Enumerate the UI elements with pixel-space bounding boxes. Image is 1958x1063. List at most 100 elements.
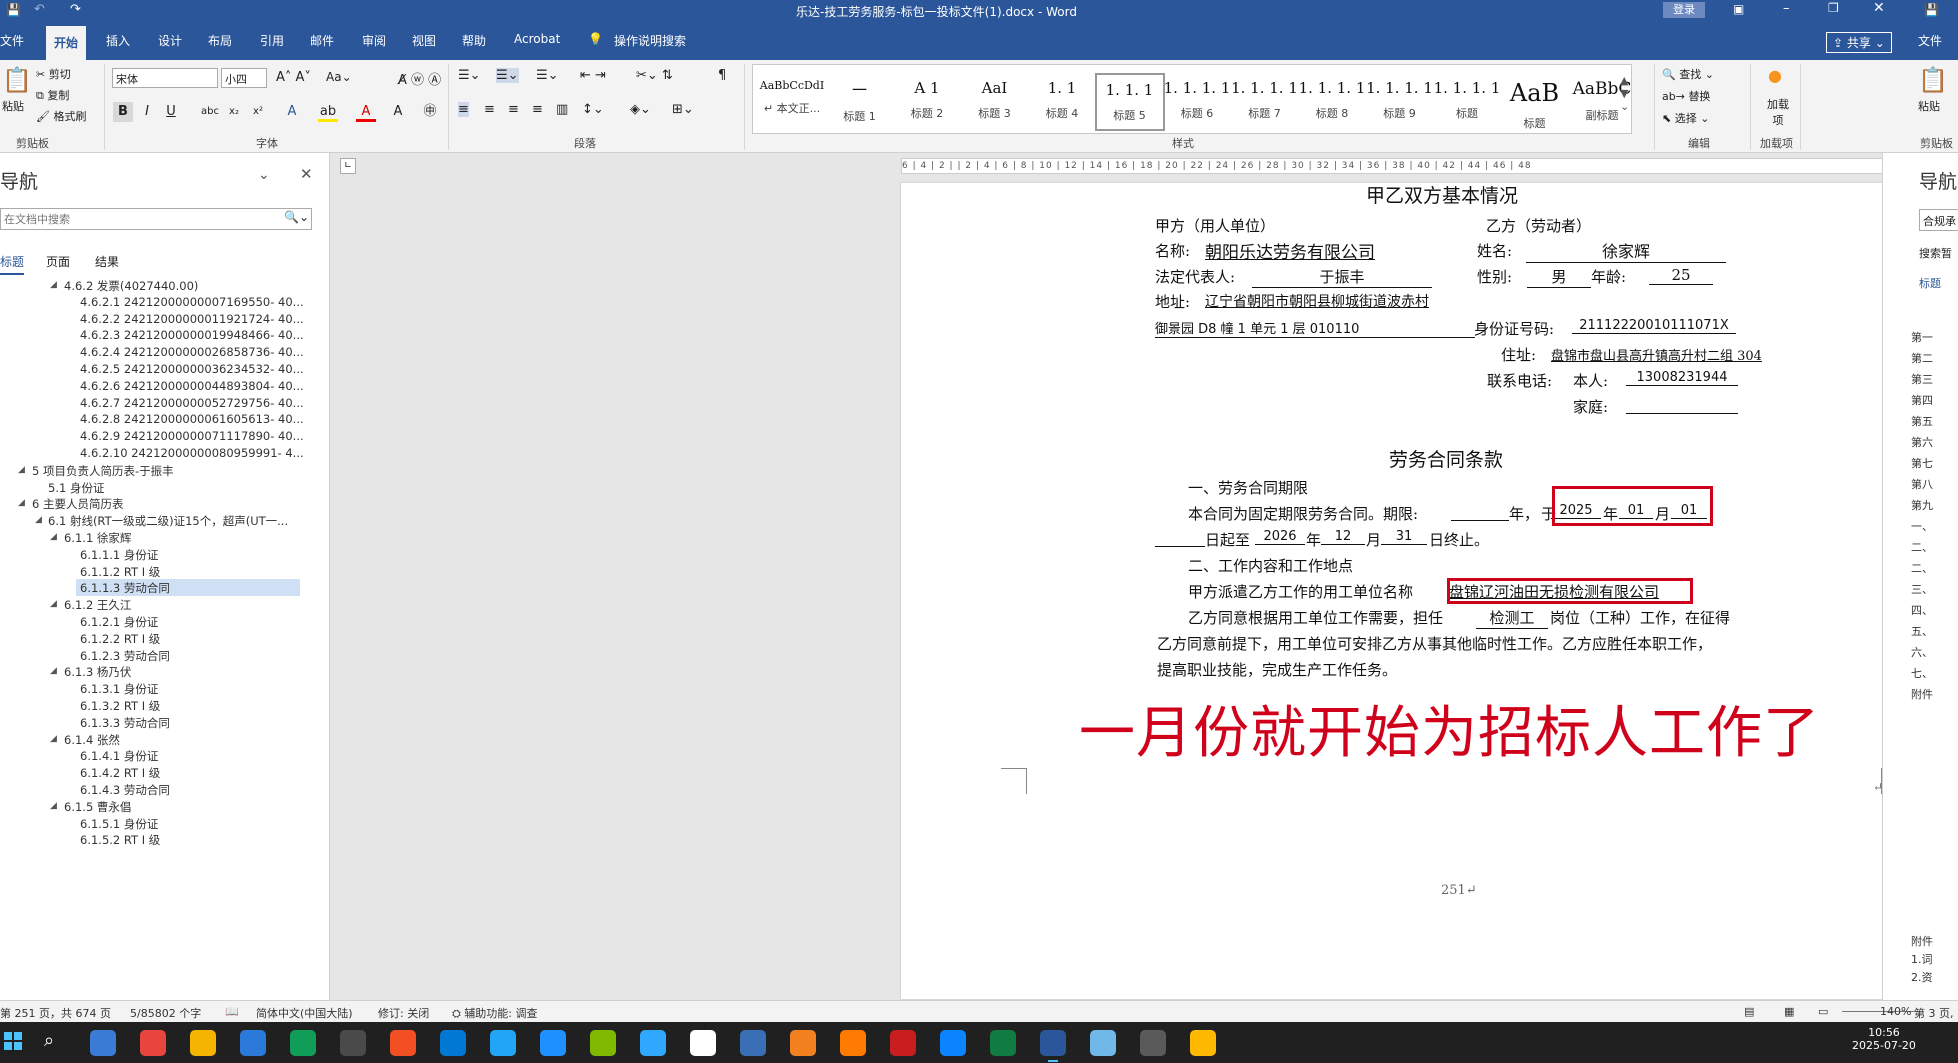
- copy-button[interactable]: ⧉ 复制: [36, 87, 69, 103]
- right-nav-item[interactable]: 第七: [1911, 455, 1933, 471]
- nav-heading-item[interactable]: 6.1.4.2 RT I 级: [80, 765, 160, 781]
- save-icon-2[interactable]: 💾: [1924, 3, 1939, 17]
- status-page[interactable]: 第 251 页，共 674 页: [0, 1005, 111, 1021]
- nav-heading-item[interactable]: 6.1.5.2 RT I 级: [80, 832, 160, 848]
- nav-heading-item[interactable]: 6.1 射线(RT一级或二级)证15个，超声(UT一...: [48, 513, 288, 529]
- windows-start-icon[interactable]: [4, 1032, 22, 1050]
- login-button[interactable]: 登录: [1663, 2, 1705, 18]
- right-nav-item[interactable]: 七、: [1911, 665, 1933, 681]
- expand-triangle-icon[interactable]: ◢: [18, 465, 25, 475]
- app-icon[interactable]: [490, 1030, 516, 1056]
- app-icon[interactable]: [440, 1030, 466, 1056]
- tab-file[interactable]: 文件: [0, 32, 24, 49]
- proofing-icon[interactable]: 📖: [225, 1005, 239, 1018]
- show-marks-icon[interactable]: ¶: [718, 68, 726, 83]
- right-nav-item[interactable]: 第六: [1911, 434, 1933, 450]
- nav-heading-item[interactable]: 6.1.5.1 身份证: [80, 816, 158, 832]
- nav-heading-item[interactable]: 6.1.3 杨乃伏: [64, 664, 131, 680]
- paste-icon-right[interactable]: 📋: [1918, 66, 1948, 94]
- ribbon-display-icon[interactable]: ▣: [1733, 2, 1744, 16]
- search-icon[interactable]: ⌕: [44, 1030, 54, 1051]
- nav-heading-item[interactable]: 4.6.2.9 24212000000071117890- 40...: [80, 429, 304, 443]
- addins-icon[interactable]: ●: [1768, 66, 1782, 85]
- nav-heading-item[interactable]: 4.6.2.6 24212000000044893804- 40...: [80, 379, 304, 393]
- nav-heading-item[interactable]: 4.6.2.4 24212000000026858736- 40...: [80, 345, 304, 359]
- nav-heading-item[interactable]: 6.1.1.3 劳动合同: [80, 580, 170, 596]
- web-layout-icon[interactable]: ▭: [1818, 1005, 1828, 1018]
- right-nav-item[interactable]: 三、: [1911, 581, 1933, 597]
- restore-icon[interactable]: ❐: [1828, 1, 1839, 15]
- nav-search-input[interactable]: [0, 208, 312, 230]
- change-case-icon[interactable]: Aa⌄: [326, 70, 352, 84]
- nav-heading-item[interactable]: 6.1.1.2 RT I 级: [80, 564, 160, 580]
- strikethrough-icon[interactable]: abc: [200, 102, 220, 122]
- explorer-icon[interactable]: [190, 1030, 216, 1056]
- nav-heading-item[interactable]: 4.6.2.1 24212000000007169550- 40...: [80, 295, 304, 309]
- right-nav-item[interactable]: 2.资: [1911, 969, 1933, 985]
- right-nav-item[interactable]: 附件: [1911, 686, 1933, 702]
- expand-triangle-icon[interactable]: ◢: [50, 666, 57, 676]
- right-nav-item[interactable]: 第九: [1911, 497, 1933, 513]
- text-effects-icon[interactable]: A: [282, 102, 302, 122]
- expand-triangle-icon[interactable]: ◢: [18, 498, 25, 508]
- read-mode-icon[interactable]: ▤: [1744, 1005, 1754, 1018]
- close-icon[interactable]: ✕: [300, 165, 313, 183]
- right-nav-item[interactable]: 第八: [1911, 476, 1933, 492]
- app-icon[interactable]: [1090, 1030, 1116, 1056]
- style-item[interactable]: 1. 1 标题 4: [1027, 73, 1097, 131]
- tab-help[interactable]: 帮助: [462, 32, 486, 49]
- nav-heading-item[interactable]: 4.6.2.3 24212000000019948466- 40...: [80, 328, 304, 342]
- underline-icon[interactable]: U: [161, 102, 181, 122]
- app-icon[interactable]: [540, 1030, 566, 1056]
- nav-heading-item[interactable]: 6.1.2 王久江: [64, 597, 131, 613]
- nav-heading-item[interactable]: 4.6.2.7 24212000000052729756- 40...: [80, 396, 304, 410]
- paste-button-right[interactable]: 粘贴: [1918, 98, 1940, 114]
- align-left-icon[interactable]: ≡: [458, 102, 469, 117]
- style-item[interactable]: 一标题 1: [825, 73, 895, 131]
- excel-icon[interactable]: [990, 1030, 1016, 1056]
- redo-icon[interactable]: ↷: [70, 2, 81, 17]
- nav-heading-item[interactable]: 6.1.3.2 RT I 级: [80, 698, 160, 714]
- status-language[interactable]: 简体中文(中国大陆): [256, 1005, 353, 1021]
- nav-heading-item[interactable]: 6.1.2.3 劳动合同: [80, 648, 170, 664]
- right-nav-item[interactable]: 第五: [1911, 413, 1933, 429]
- nav-heading-item[interactable]: 4.6.2.2 24212000000011921724- 40...: [80, 312, 304, 326]
- style-item[interactable]: 1. 1. 1. 1 标题 7: [1230, 73, 1300, 131]
- right-nav-item[interactable]: 六、: [1911, 644, 1933, 660]
- search-icon[interactable]: 🔍⌄: [284, 210, 309, 224]
- font-color-icon[interactable]: A: [356, 102, 376, 122]
- expand-triangle-icon[interactable]: ◢: [50, 599, 57, 609]
- subscript-icon[interactable]: x₂: [224, 102, 244, 122]
- nav-heading-item[interactable]: 6.1.5 曹永倡: [64, 799, 131, 815]
- style-item[interactable]: AaB 标题: [1500, 73, 1570, 131]
- app-icon[interactable]: [940, 1030, 966, 1056]
- tab-home[interactable]: 开始: [46, 26, 87, 60]
- photoshop-icon[interactable]: [640, 1030, 666, 1056]
- nav-heading-item[interactable]: 5 项目负责人简历表-于振丰: [32, 463, 174, 479]
- folder-icon[interactable]: [1190, 1030, 1216, 1056]
- grow-font-icon[interactable]: A˄ A˅: [276, 70, 311, 85]
- chevron-down-icon[interactable]: ⌄: [258, 167, 270, 183]
- nav-heading-item[interactable]: 4.6.2.5 24212000000036234532- 40...: [80, 362, 304, 376]
- undo-icon[interactable]: ↶: [34, 2, 45, 17]
- minimize-icon[interactable]: –: [1783, 1, 1790, 16]
- right-nav-item[interactable]: 二、: [1911, 539, 1933, 555]
- status-track[interactable]: 修订: 关闭: [378, 1005, 429, 1021]
- tell-me-search[interactable]: 操作说明搜索: [614, 32, 686, 49]
- style-item[interactable]: 1. 1. 1. 1 标题: [1432, 73, 1502, 131]
- line-spacing-icon[interactable]: ↕⌄: [582, 102, 604, 117]
- nav-heading-item[interactable]: 6.1.3.1 身份证: [80, 681, 158, 697]
- close-icon[interactable]: ✕: [1873, 0, 1885, 16]
- nav-heading-item[interactable]: 6.1.1 徐家辉: [64, 530, 131, 546]
- expand-triangle-icon[interactable]: ◢: [50, 801, 57, 811]
- right-nav-item[interactable]: 五、: [1911, 623, 1933, 639]
- right-nav-item[interactable]: 二、: [1911, 560, 1933, 576]
- nav-heading-item[interactable]: 5.1 身份证: [48, 480, 104, 496]
- nav-heading-item[interactable]: 6.1.2.1 身份证: [80, 614, 158, 630]
- tab-insert[interactable]: 插入: [106, 32, 130, 49]
- expand-triangle-icon[interactable]: ◢: [50, 532, 57, 542]
- status-accessibility[interactable]: ⛭ 辅助功能: 调查: [452, 1005, 538, 1021]
- justify-icon[interactable]: ≡: [532, 102, 543, 117]
- nav-tab-pages[interactable]: 页面: [46, 253, 70, 270]
- status-words[interactable]: 5/85802 个字: [130, 1005, 201, 1021]
